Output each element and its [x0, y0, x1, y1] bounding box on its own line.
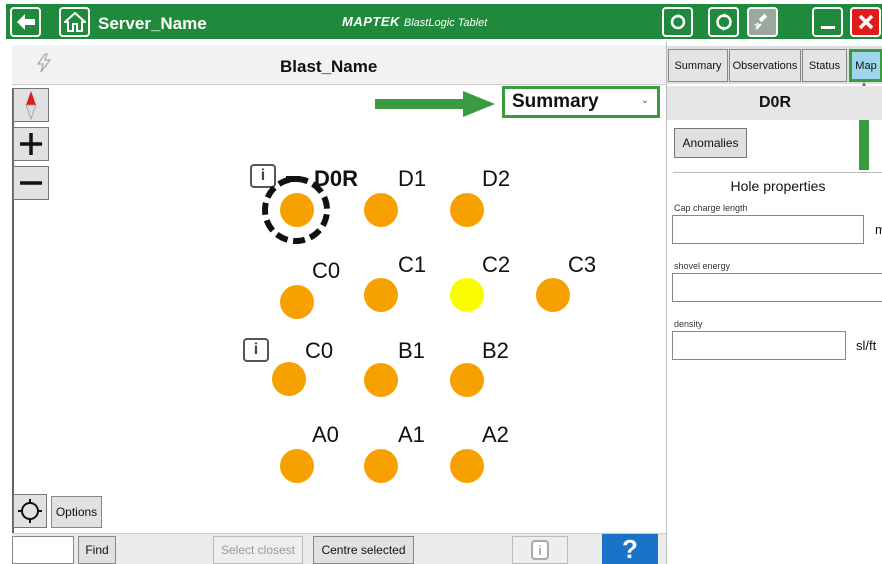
find-button[interactable]: Find	[78, 536, 116, 564]
blast-header: Blast_Name	[12, 45, 666, 85]
tab-map[interactable]: Map	[849, 49, 882, 82]
info-icon: i	[531, 540, 549, 560]
crosshair-icon	[18, 499, 42, 523]
zoom-in-button[interactable]	[13, 127, 49, 161]
cap-charge-length-unit: m	[875, 222, 882, 237]
hole-a0[interactable]	[280, 449, 314, 483]
hole-label: A2	[482, 422, 509, 447]
locate-button[interactable]	[13, 494, 47, 528]
info-icon[interactable]: i	[243, 338, 269, 362]
hole-b1[interactable]	[364, 363, 398, 397]
shovel-energy-field[interactable]	[672, 273, 882, 302]
lightning-icon	[36, 53, 52, 78]
hole-a2[interactable]	[450, 449, 484, 483]
hole-c3[interactable]	[536, 278, 570, 312]
info-button[interactable]: i	[512, 536, 568, 564]
compass-button[interactable]	[13, 88, 49, 122]
hole-label: C3	[568, 252, 597, 277]
zoom-out-icon	[20, 181, 42, 185]
minimize-icon	[820, 26, 835, 29]
hole-label: B2	[482, 338, 509, 363]
divider	[673, 172, 882, 173]
cap-charge-length-field[interactable]	[672, 215, 864, 244]
satellite-icon	[753, 13, 767, 30]
hole-c1[interactable]	[364, 278, 398, 312]
blast-name: Blast_Name	[280, 57, 378, 76]
select-closest-button[interactable]: Select closest	[213, 536, 303, 564]
app-window: Server_Name MAPTEK BlastLogic Tablet Blas…	[0, 0, 882, 564]
brand-sub: BlastLogic Tablet	[403, 17, 488, 29]
hole-label: D1	[398, 166, 427, 191]
minimize-button[interactable]	[812, 7, 843, 37]
sync-icon	[715, 13, 732, 31]
hole-d1[interactable]	[364, 193, 398, 227]
hole-b2[interactable]	[450, 363, 484, 397]
tab-observations[interactable]: Observations	[729, 49, 801, 82]
tab-summary[interactable]: Summary	[668, 49, 728, 82]
right-panel: Summary Observations Status Map D0R Anom…	[666, 42, 882, 564]
tab-status[interactable]: Status	[802, 49, 847, 82]
back-button[interactable]	[10, 7, 41, 37]
shovel-energy-label: shovel energy	[674, 261, 731, 271]
density-field[interactable]	[672, 331, 846, 360]
zoom-in-icon	[20, 133, 42, 155]
hole-properties-title: Hole properties	[730, 178, 826, 194]
summary-dropdown[interactable]: Summary ⌄	[502, 86, 660, 118]
server-name: Server_Name	[98, 14, 207, 33]
title-bar: Server_Name MAPTEK BlastLogic Tablet	[6, 4, 882, 39]
zoom-out-button[interactable]	[13, 166, 49, 200]
hole-label: A1	[398, 422, 425, 447]
hole-c0-lower[interactable]	[272, 362, 306, 396]
refresh-icon	[670, 14, 685, 30]
compass-icon	[25, 91, 37, 120]
chevron-down-icon: ⌄	[640, 95, 649, 106]
hole-a1[interactable]	[364, 449, 398, 483]
options-button[interactable]: Options	[51, 496, 102, 528]
selected-hole-title: D0R	[667, 86, 882, 120]
hole-label: C1	[398, 252, 427, 277]
back-arrow-icon	[16, 14, 35, 30]
annotation-arrow-right	[375, 91, 495, 117]
hole-d0r[interactable]	[280, 193, 314, 227]
centre-selected-button[interactable]: Centre selected	[313, 536, 414, 564]
satellite-button[interactable]	[747, 7, 778, 37]
close-button[interactable]	[850, 7, 881, 37]
panel-tabs: Summary Observations Status Map	[667, 46, 882, 84]
hole-label: D2	[482, 166, 511, 191]
hole-label: C0	[312, 258, 341, 283]
find-input[interactable]	[12, 536, 74, 564]
hole-c2[interactable]	[450, 278, 484, 312]
home-button[interactable]	[59, 7, 90, 37]
summary-dropdown-value: Summary	[512, 91, 599, 112]
hole-label: C2	[482, 252, 511, 277]
cap-charge-length-label: Cap charge length	[674, 203, 748, 213]
hole-label: A0	[312, 422, 339, 447]
hole-d2[interactable]	[450, 193, 484, 227]
hole-label: C0	[305, 338, 334, 363]
bottom-bar: Find Select closest Centre selected i ?	[12, 533, 666, 564]
hole-label: B1	[398, 338, 425, 363]
hole-c0[interactable]	[280, 285, 314, 319]
anomalies-button[interactable]: Anomalies	[674, 128, 747, 158]
density-label: density	[674, 319, 703, 329]
refresh-button[interactable]	[662, 7, 693, 37]
density-unit: sl/ft	[856, 338, 877, 353]
sync-button[interactable]	[708, 7, 739, 37]
brand-logo: MAPTEK BlastLogic Tablet	[342, 14, 487, 29]
brand-main: MAPTEK	[342, 14, 400, 29]
close-icon	[858, 14, 873, 30]
hole-label: D0R	[314, 166, 359, 191]
home-icon	[63, 12, 86, 32]
help-button[interactable]: ?	[602, 534, 658, 564]
